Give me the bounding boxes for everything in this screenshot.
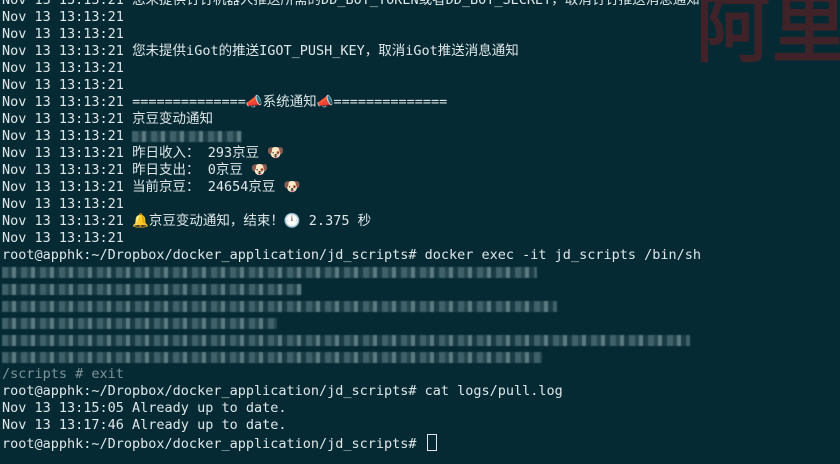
log-line: Nov 13 13:13:21	[2, 230, 124, 246]
redacted-output	[2, 264, 840, 281]
terminal-window[interactable]: 阿里 Nov 13 13:13:21 您未提供钉钉机器人推送所需的DD_BOT_…	[0, 0, 840, 464]
log-line: Nov 13 13:13:21	[2, 196, 124, 212]
redacted-block	[2, 352, 542, 363]
log-line: Nov 13 13:13:21	[2, 60, 124, 76]
active-prompt-line[interactable]: root@apphk:~/Dropbox/docker_application/…	[2, 434, 840, 451]
log-line: Nov 13 13:13:21 昨日支出： 0京豆 🐶	[2, 162, 268, 178]
redacted-output	[2, 315, 840, 332]
log-line: Nov 13 13:15:05 Already up to date.	[2, 400, 287, 416]
redacted-block	[2, 301, 557, 312]
log-line: Nov 13 13:13:21	[2, 77, 124, 93]
log-line: Nov 13 13:13:21 您未提供钉钉机器人推送所需的DD_BOT_TOK…	[2, 0, 700, 8]
log-line: Nov 13 13:13:21 昨日收入： 293京豆 🐶	[2, 145, 285, 161]
active-prompt: root@apphk:~/Dropbox/docker_application/…	[2, 436, 425, 451]
redacted-block	[2, 318, 277, 329]
log-line: Nov 13 13:13:21 🔔京豆变动通知，结束！🕛 2.375 秒	[2, 213, 372, 229]
redacted-block	[2, 284, 302, 295]
command-prompt-line: root@apphk:~/Dropbox/docker_application/…	[2, 383, 563, 399]
log-line: Nov 13 13:13:21	[2, 26, 124, 42]
text-cursor[interactable]	[426, 434, 437, 451]
log-line: Nov 13 13:13:21 京豆变动通知	[2, 111, 214, 127]
redacted-block	[132, 131, 243, 142]
log-line: Nov 13 13:13:21	[2, 128, 840, 145]
redacted-output	[2, 332, 840, 349]
terminal-output: Nov 13 13:13:21 您未提供钉钉机器人推送所需的DD_BOT_TOK…	[2, 0, 840, 451]
log-line: Nov 13 13:17:46 Already up to date.	[2, 417, 287, 433]
log-line: Nov 13 13:13:21 ==============📣系统通知📣====…	[2, 94, 448, 110]
exit-line: /scripts # exit	[2, 366, 124, 382]
redacted-output	[2, 298, 840, 315]
redacted-output	[2, 349, 840, 366]
redacted-block	[2, 335, 690, 346]
log-line: Nov 13 13:13:21 当前京豆： 24654京豆 🐶	[2, 179, 301, 195]
redacted-block	[2, 267, 537, 278]
log-line: Nov 13 13:13:21 您未提供iGot的推送IGOT_PUSH_KEY…	[2, 43, 519, 59]
command-prompt-line: root@apphk:~/Dropbox/docker_application/…	[2, 247, 701, 263]
log-line: Nov 13 13:13:21	[2, 9, 124, 25]
redacted-output	[2, 281, 840, 298]
